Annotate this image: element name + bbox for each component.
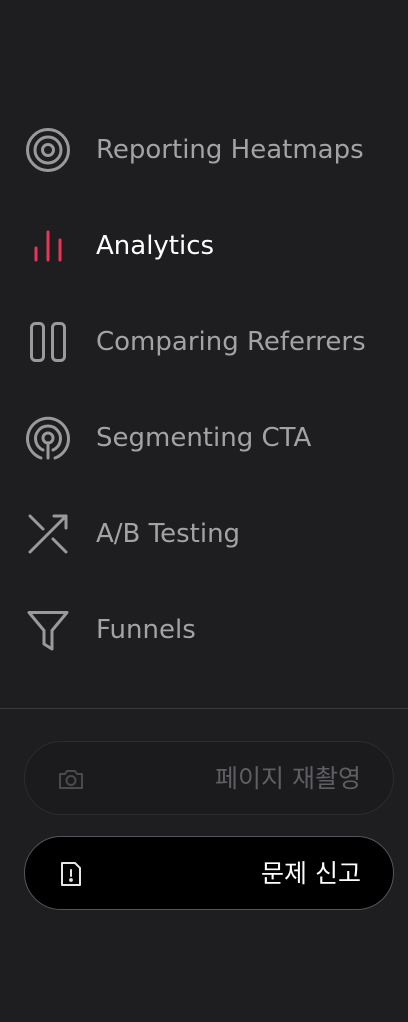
report-issue-label: 문제 신고 — [261, 859, 361, 888]
report-file-icon — [57, 860, 85, 888]
report-issue-button[interactable]: 문제 신고 — [24, 836, 394, 910]
nav-item-ab-testing[interactable]: A/B Testing — [0, 486, 408, 582]
divider — [0, 708, 408, 709]
nav-item-segmenting-cta[interactable]: Segmenting CTA — [0, 390, 408, 486]
pin-radar-icon — [24, 414, 72, 462]
retake-page-label: 페이지 재촬영 — [215, 764, 361, 793]
shuffle-arrows-icon — [24, 510, 72, 558]
nav-item-label: Comparing Referrers — [96, 327, 366, 357]
columns-icon — [24, 318, 72, 366]
target-icon — [24, 126, 72, 174]
bar-chart-icon — [24, 222, 72, 270]
nav-item-label: Segmenting CTA — [96, 423, 312, 453]
nav-item-analytics[interactable]: Analytics — [0, 198, 408, 294]
sidebar-nav: Reporting Heatmaps Analytics Comparing R… — [0, 102, 408, 678]
camera-icon — [57, 765, 85, 793]
nav-item-label: Funnels — [96, 615, 196, 645]
nav-item-comparing-referrers[interactable]: Comparing Referrers — [0, 294, 408, 390]
nav-item-label: Reporting Heatmaps — [96, 135, 364, 165]
nav-item-funnels[interactable]: Funnels — [0, 582, 408, 678]
retake-page-button[interactable]: 페이지 재촬영 — [24, 741, 394, 815]
nav-item-label: A/B Testing — [96, 519, 241, 549]
nav-item-label: Analytics — [96, 231, 215, 261]
funnel-icon — [24, 606, 72, 654]
nav-item-reporting-heatmaps[interactable]: Reporting Heatmaps — [0, 102, 408, 198]
